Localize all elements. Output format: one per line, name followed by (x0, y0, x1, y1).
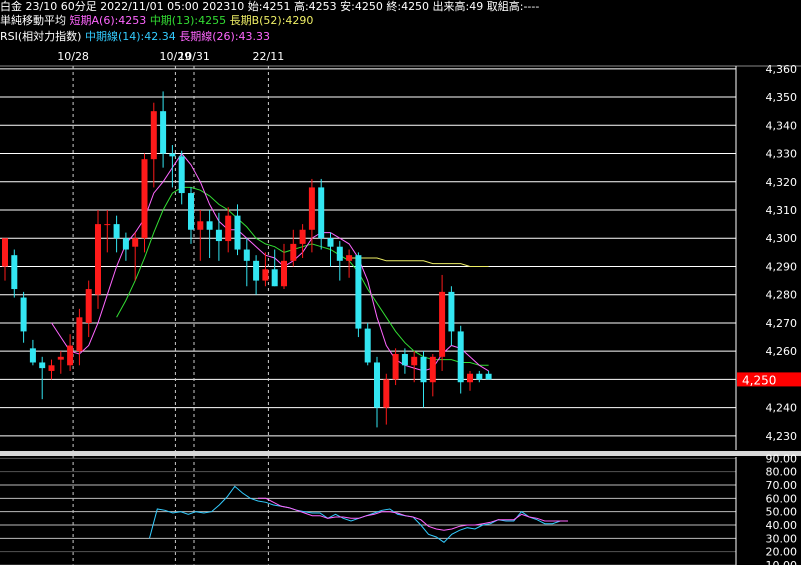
candle-down[interactable] (336, 246, 343, 261)
candle-up[interactable] (308, 187, 315, 230)
ma-long-line (349, 257, 489, 267)
candle-up[interactable] (299, 229, 306, 244)
candle-down[interactable] (457, 331, 464, 383)
panel-separator (0, 451, 801, 456)
rsi-tick-label: 60.00 (766, 492, 798, 505)
candle-down[interactable] (206, 221, 213, 230)
candle-up[interactable] (85, 289, 92, 323)
price-tick-label: 4,310 (766, 204, 798, 217)
candle-down[interactable] (29, 348, 36, 363)
candle-down[interactable] (243, 249, 250, 261)
candle-up[interactable] (383, 379, 390, 408)
candle-up[interactable] (197, 221, 204, 230)
ma-mid-line (116, 186, 489, 366)
candle-down[interactable] (178, 156, 185, 194)
price-tick-label: 4,330 (766, 148, 798, 161)
candle-up[interactable] (57, 356, 64, 360)
candle-down[interactable] (355, 255, 362, 329)
candle-up[interactable] (76, 317, 83, 352)
candle-down[interactable] (401, 354, 408, 366)
rsi-mid-line (149, 485, 568, 543)
rsi-tick-label: 20.00 (766, 546, 798, 559)
rsi-tick-label: 50.00 (766, 506, 798, 519)
price-tick-label: 4,350 (766, 91, 798, 104)
date-label: 22/11 (253, 50, 285, 63)
rsi-tick-label: 40.00 (766, 519, 798, 532)
candle-up[interactable] (346, 255, 353, 261)
candle-down[interactable] (113, 224, 120, 239)
candle-down[interactable] (374, 362, 380, 408)
candle-up[interactable] (48, 365, 55, 371)
candle-down[interactable] (215, 229, 222, 242)
price-tick-label: 4,320 (766, 176, 798, 189)
candle-up[interactable] (439, 291, 446, 357)
candle-down[interactable] (39, 362, 46, 369)
date-label: 10/28 (57, 50, 89, 63)
price-tick-label: 4,270 (766, 317, 798, 330)
price-tick-label: 4,260 (766, 345, 798, 358)
candle-down[interactable] (448, 291, 455, 332)
candle-up[interactable] (67, 345, 74, 366)
candle-up[interactable] (225, 215, 232, 242)
candle-down[interactable] (485, 373, 492, 380)
candle-down[interactable] (188, 193, 194, 230)
candle-down[interactable] (20, 297, 27, 332)
candle-up[interactable] (95, 224, 101, 295)
candle-up[interactable] (150, 111, 157, 160)
rsi-tick-label: 30.00 (766, 532, 798, 545)
candle-up[interactable] (2, 238, 8, 267)
price-tick-label: 4,240 (766, 402, 798, 415)
price-chart[interactable]: 4,360 4,350 4,340 4,330 4,320 4,310 4,300 4,290… (0, 0, 801, 565)
candle-down[interactable] (476, 373, 483, 380)
candle-down[interactable] (318, 187, 325, 239)
date-label: 10/31 (178, 50, 210, 63)
price-tick-label: 4,300 (766, 232, 798, 245)
candle-up[interactable] (429, 356, 436, 383)
candle-down[interactable] (234, 215, 241, 250)
candle-up[interactable] (290, 243, 297, 261)
price-tick-label: 4,280 (766, 289, 798, 302)
candle-up[interactable] (132, 238, 139, 247)
candle-down[interactable] (169, 153, 176, 157)
candle-down[interactable] (11, 255, 18, 290)
candle-up[interactable] (467, 373, 473, 383)
candle-down[interactable] (364, 328, 371, 363)
candle-up[interactable] (392, 354, 399, 380)
price-tick-label: 4,360 (766, 63, 798, 76)
rsi-tick-label: 80.00 (766, 466, 798, 479)
price-tick-label: 4,230 (766, 430, 798, 443)
candle-up[interactable] (141, 159, 148, 239)
rsi-tick-label: 70.00 (766, 479, 798, 492)
candle-up[interactable] (104, 224, 111, 226)
price-tick-label: 4,290 (766, 260, 798, 273)
price-tick-label: 4,340 (766, 119, 798, 132)
ma-short-line (51, 152, 489, 372)
candle-up[interactable] (281, 260, 287, 287)
candle-down[interactable] (327, 238, 334, 247)
last-price-label: 4,250 (742, 373, 776, 387)
rsi-tick-label: 10.00 (766, 559, 798, 565)
rsi-tick-label: 90.00 (766, 452, 798, 465)
candle-down[interactable] (253, 260, 260, 281)
candle-down[interactable] (420, 356, 427, 383)
candle-down[interactable] (160, 111, 167, 154)
candle-up[interactable] (411, 356, 418, 366)
candle-up[interactable] (262, 269, 269, 281)
candle-down[interactable] (122, 238, 129, 250)
candle-down[interactable] (271, 269, 278, 287)
